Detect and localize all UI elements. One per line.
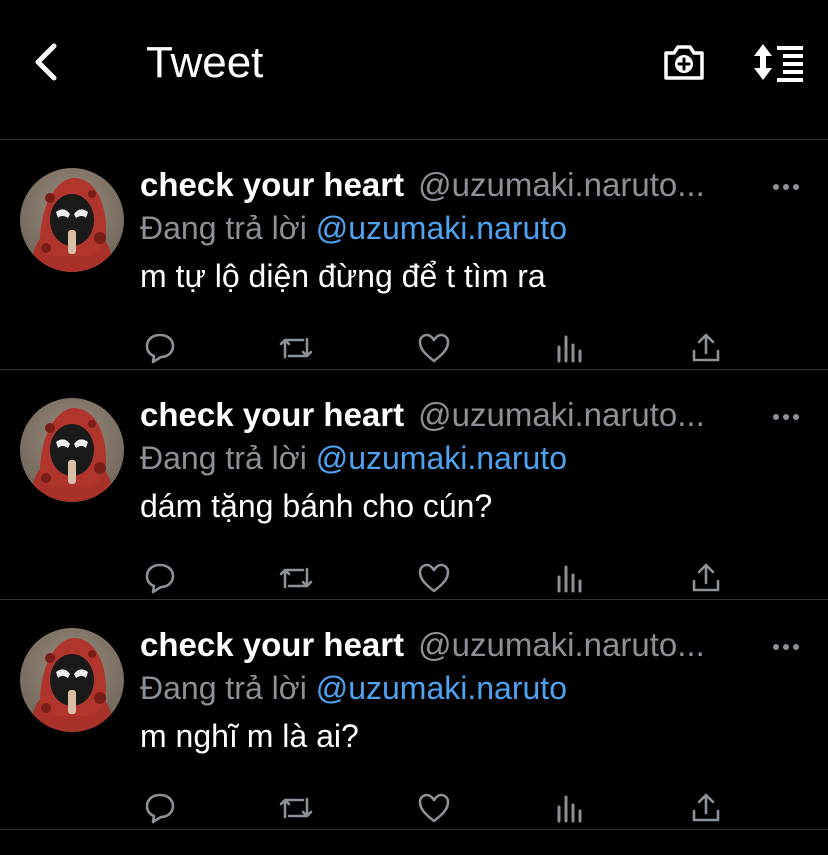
share-button[interactable] <box>686 558 726 598</box>
retweet-button[interactable] <box>276 558 316 598</box>
tweet-actions <box>140 328 740 368</box>
reply-prefix: Đang trả lời <box>140 670 307 706</box>
tweet-text: dám tặng bánh cho cún? <box>140 488 493 524</box>
avatar-image <box>20 628 124 732</box>
reply-prefix: Đang trả lời <box>140 440 307 476</box>
display-name[interactable]: check your heart <box>140 166 404 203</box>
more-button[interactable] <box>768 172 804 202</box>
sort-list-icon <box>754 44 803 82</box>
reply-icon <box>145 333 175 364</box>
analytics-button[interactable] <box>550 328 590 368</box>
share-button[interactable] <box>686 788 726 828</box>
avatar-image <box>20 168 124 272</box>
more-button[interactable] <box>768 632 804 662</box>
username: @uzumaki.naruto... <box>418 626 705 663</box>
reply-mention-link[interactable]: @uzumaki.naruto <box>316 440 567 476</box>
display-name[interactable]: check your heart <box>140 626 404 663</box>
analytics-icon <box>557 335 582 363</box>
share-icon <box>692 333 720 362</box>
analytics-button[interactable] <box>550 788 590 828</box>
tweet-actions <box>140 558 740 598</box>
tweet-header: check your heart @uzumaki.naruto... <box>140 396 810 440</box>
avatar[interactable] <box>20 398 124 502</box>
replying-to: Đang trả lời @uzumaki.naruto <box>140 210 567 247</box>
tweet-item[interactable]: check your heart @uzumaki.naruto... Đang … <box>0 600 828 830</box>
like-icon <box>418 333 450 363</box>
like-button[interactable] <box>414 328 454 368</box>
sort-button[interactable] <box>748 36 810 88</box>
reply-icon <box>145 563 175 594</box>
top-bar: Tweet <box>0 0 828 140</box>
avatar[interactable] <box>20 168 124 272</box>
username: @uzumaki.naruto... <box>418 166 705 203</box>
share-icon <box>692 563 720 592</box>
like-button[interactable] <box>414 788 454 828</box>
more-dots-icon <box>773 184 799 190</box>
display-name[interactable]: check your heart <box>140 396 404 433</box>
share-button[interactable] <box>686 328 726 368</box>
chevron-left-icon <box>35 43 57 81</box>
share-icon <box>692 793 720 822</box>
like-icon <box>418 563 450 593</box>
more-dots-icon <box>773 644 799 650</box>
analytics-icon <box>557 795 582 823</box>
camera-plus-icon <box>664 45 704 80</box>
reply-button[interactable] <box>140 328 180 368</box>
avatar-image <box>20 398 124 502</box>
like-button[interactable] <box>414 558 454 598</box>
username: @uzumaki.naruto... <box>418 396 705 433</box>
retweet-button[interactable] <box>276 328 316 368</box>
avatar[interactable] <box>20 628 124 732</box>
tweet-item[interactable]: check your heart @uzumaki.naruto... Đang … <box>0 140 828 370</box>
reply-mention-link[interactable]: @uzumaki.naruto <box>316 670 567 706</box>
retweet-icon <box>279 567 313 589</box>
tweet-actions <box>140 788 740 828</box>
reply-button[interactable] <box>140 788 180 828</box>
tweet-text: m tự lộ diện đừng để t tìm ra <box>140 258 546 294</box>
retweet-button[interactable] <box>276 788 316 828</box>
camera-button[interactable] <box>656 36 712 88</box>
tweet-text: m nghĩ m là ai? <box>140 718 359 754</box>
back-button[interactable] <box>22 38 70 86</box>
more-button[interactable] <box>768 402 804 432</box>
retweet-icon <box>279 797 313 819</box>
replying-to: Đang trả lời @uzumaki.naruto <box>140 670 567 707</box>
reply-button[interactable] <box>140 558 180 598</box>
tweet-item[interactable]: check your heart @uzumaki.naruto... Đang … <box>0 370 828 600</box>
tweet-header: check your heart @uzumaki.naruto... <box>140 626 810 670</box>
retweet-icon <box>279 337 313 359</box>
reply-icon <box>145 793 175 824</box>
reply-mention-link[interactable]: @uzumaki.naruto <box>316 210 567 246</box>
tweet-header: check your heart @uzumaki.naruto... <box>140 166 810 210</box>
more-dots-icon <box>773 414 799 420</box>
like-icon <box>418 793 450 823</box>
page-title: Tweet <box>146 38 264 87</box>
reply-prefix: Đang trả lời <box>140 210 307 246</box>
analytics-button[interactable] <box>550 558 590 598</box>
analytics-icon <box>557 565 582 593</box>
replying-to: Đang trả lời @uzumaki.naruto <box>140 440 567 477</box>
